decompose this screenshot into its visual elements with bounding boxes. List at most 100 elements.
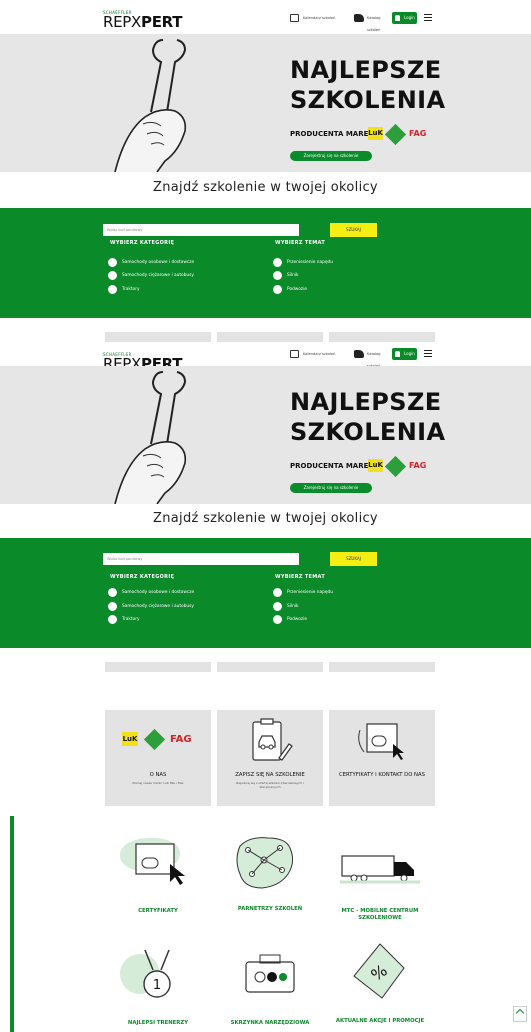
category-heading: WYBIERZ KATEGORIĘ <box>110 574 175 580</box>
logo-wordmark: REPXPERT <box>103 13 183 31</box>
register-button[interactable]: Zarejestruj się na szkolenie <box>290 151 372 161</box>
radio-icon <box>108 615 117 624</box>
topic-option[interactable]: Silnik <box>273 271 299 280</box>
side-accent-bar <box>10 816 14 1032</box>
luk-logo: LuK <box>368 127 383 140</box>
radio-icon <box>273 285 282 294</box>
search-button[interactable]: SZUKAJ <box>330 552 377 566</box>
card-title: CERTYFIKATY I KONTAKT DO NAS <box>338 772 426 778</box>
search-button[interactable]: SZUKAJ <box>330 223 377 237</box>
category-option[interactable]: Traktory <box>108 615 140 624</box>
login-button[interactable]: Login <box>392 348 417 360</box>
register-button[interactable]: Zarejestruj się na szkolenie <box>290 483 372 493</box>
card-title: O NAS <box>149 772 167 778</box>
topic-option[interactable]: Podwozie <box>273 285 307 294</box>
radio-icon <box>108 285 117 294</box>
discount-tag-icon: % <box>353 943 405 999</box>
fag-logo: FAG <box>170 734 192 745</box>
menu-icon[interactable] <box>424 350 432 357</box>
radio-icon <box>108 602 117 611</box>
feature-title: PARNETRZY SZKOLEŃ <box>237 906 303 912</box>
calendar-link[interactable]: Kalendarz szkoleń <box>288 12 348 24</box>
card-peek <box>329 332 435 342</box>
ina-logo <box>384 123 407 146</box>
find-training-title: Znajdź szkolenie w twojej okolicy <box>153 180 378 195</box>
topic-option[interactable]: Silnik <box>273 602 299 611</box>
search-section: Wpisz kod pocztowy SZUKAJ WYBIERZ KATEGO… <box>0 208 531 318</box>
calendar-icon <box>290 350 299 358</box>
certificate-cursor-icon <box>358 723 404 760</box>
about-card[interactable]: LuK FAG O NAS Poznaj nasze marki: LuK IN… <box>105 710 211 806</box>
topic-option[interactable]: Przeniesienie napędu <box>273 588 333 597</box>
medal-icon: 1 <box>143 949 171 998</box>
truck-icon <box>354 350 364 358</box>
feature-title: MTC - MOBILNE CENTRUM SZKOLENIOWE <box>341 908 419 921</box>
hero-title-line2: SZKOLENIA <box>290 418 446 446</box>
site-header: SCHAEFFLER REPXPERT Kalendarz szkoleń Ka… <box>0 0 531 34</box>
category-option[interactable]: Traktory <box>108 285 140 294</box>
hero-producer-text: PRODUCENTA MAREK <box>290 462 374 470</box>
radio-icon <box>273 271 282 280</box>
category-option[interactable]: Samochody ciężarowe i autobusy <box>108 271 194 280</box>
radio-icon <box>108 271 117 280</box>
card-peek <box>217 332 323 342</box>
user-icon <box>395 351 400 357</box>
find-training-title: Znajdź szkolenie w twojej okolicy <box>153 511 378 526</box>
scroll-to-top-button[interactable] <box>513 1006 527 1022</box>
search-section: Wpisz kod pocztowy SZUKAJ WYBIERZ KATEGO… <box>0 538 531 648</box>
hero-banner: NAJLEPSZE SZKOLENIA PRODUCENTA MAREK LuK… <box>0 366 531 504</box>
postcode-search-input[interactable]: Wpisz kod pocztowy <box>103 553 299 565</box>
category-option[interactable]: Samochody ciężarowe i autobusy <box>108 602 194 611</box>
radio-icon <box>273 588 282 597</box>
repxpert-logo[interactable]: SCHAEFFLER REPXPERT <box>103 10 193 32</box>
ina-logo <box>143 728 166 751</box>
category-heading: WYBIERZ KATEGORIĘ <box>110 240 175 246</box>
wrench-hand-illustration <box>114 371 187 504</box>
hero-producer-text: PRODUCENTA MAREK <box>290 130 374 138</box>
feature-title: CERTYFIKATY <box>138 908 178 914</box>
feature-title: NAJLEPSI TRENERZY <box>127 1020 189 1026</box>
catalog-link[interactable]: Katalog szkoleń <box>352 12 390 32</box>
truck-icon <box>340 855 420 884</box>
user-icon <box>395 15 400 21</box>
topic-option[interactable]: Podwozie <box>273 615 307 624</box>
card-peek <box>217 662 323 672</box>
catalog-link[interactable]: Katalog szkoleń <box>352 348 390 368</box>
card-subtitle: Zapoznaj się z ofertą szkoleń internetow… <box>236 781 304 789</box>
postcode-search-input[interactable]: Wpisz kod pocztowy <box>103 224 299 236</box>
feature-title: SKRZYNKA NARZĘDZIOWA <box>230 1020 310 1026</box>
clipboard-car-icon <box>252 718 293 761</box>
poland-map-network-icon <box>236 837 294 889</box>
certificates-contact-card[interactable]: CERTYFIKATY I KONTAKT DO NAS <box>329 710 435 806</box>
truck-icon <box>354 14 364 22</box>
card-peek <box>105 332 211 342</box>
radio-icon <box>273 258 282 267</box>
radio-icon <box>108 588 117 597</box>
card-subtitle: Poznaj nasze marki: LuK INA i FAG <box>132 781 184 785</box>
topic-option[interactable]: Przeniesienie napędu <box>273 258 333 267</box>
topic-heading: WYBIERZ TEMAT <box>275 240 326 246</box>
calendar-icon <box>290 14 299 22</box>
luk-logo: LuK <box>122 732 138 746</box>
hero-title-line1: NAJLEPSZE <box>290 388 442 416</box>
category-option[interactable]: Samochody osobowe i dostawcze <box>108 588 194 597</box>
card-peek <box>105 662 211 672</box>
hero-banner: NAJLEPSZE SZKOLENIA PRODUCENTA MAREK LuK… <box>0 34 531 172</box>
ina-logo <box>384 455 407 478</box>
hero-title-line1: NAJLEPSZE <box>290 56 442 84</box>
hero-title-line2: SZKOLENIA <box>290 86 446 114</box>
card-title: ZAPISZ SIĘ NA SZKOLENIE <box>235 772 305 778</box>
toolbox-icon <box>245 954 295 993</box>
signup-card[interactable]: ZAPISZ SIĘ NA SZKOLENIE Zapoznaj się z o… <box>217 710 323 806</box>
radio-icon <box>273 602 282 611</box>
calendar-link[interactable]: Kalendarz szkoleń <box>288 348 348 360</box>
menu-icon[interactable] <box>424 14 432 21</box>
fag-logo: FAG <box>409 129 427 138</box>
card-peek <box>329 662 435 672</box>
fag-logo: FAG <box>409 461 427 470</box>
category-option[interactable]: Samochody osobowe i dostawcze <box>108 258 194 267</box>
svg-text:1: 1 <box>153 978 161 993</box>
feature-title: AKTUALNE AKCJE I PROMOCJE <box>335 1018 425 1024</box>
topic-heading: WYBIERZ TEMAT <box>275 574 326 580</box>
login-button[interactable]: Login <box>392 12 417 24</box>
